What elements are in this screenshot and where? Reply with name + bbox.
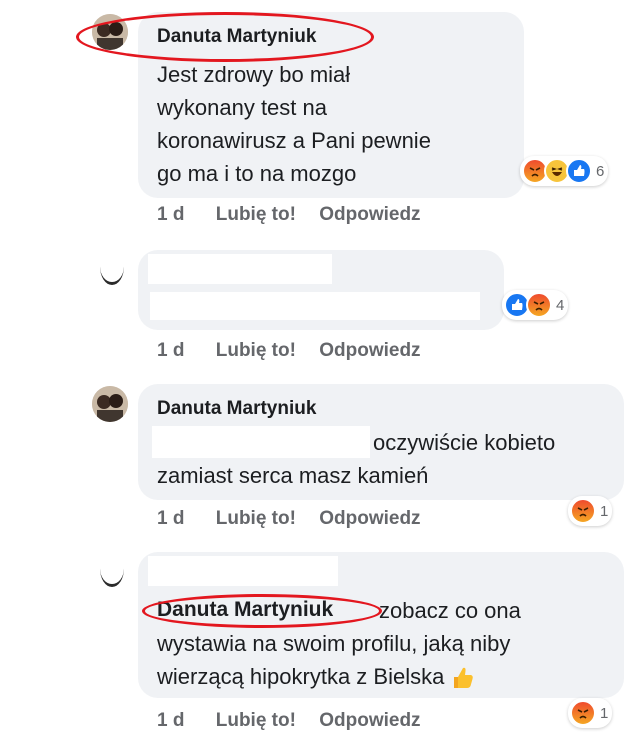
comment-line: zobacz co ona: [379, 598, 521, 623]
comment-actions: 1 d Lubię to! Odpowiedz: [157, 508, 439, 530]
like-button[interactable]: Lubię to!: [216, 710, 296, 731]
comment-actions: 1 d Lubię to! Odpowiedz: [157, 340, 439, 362]
reaction-count: 1: [600, 502, 609, 520]
timestamp[interactable]: 1 d: [157, 710, 184, 731]
comment-line: wykonany test na: [157, 95, 327, 120]
comment-author[interactable]: Danuta Martyniuk: [157, 398, 316, 420]
comment-line: zamiast serca masz kamień: [157, 463, 429, 488]
like-button[interactable]: Lubię to!: [216, 340, 296, 361]
comment-line: go ma i to na mozgo: [157, 161, 357, 186]
comment-line: oczywiście kobieto: [373, 430, 556, 455]
avatar[interactable]: [100, 550, 124, 587]
angry-reaction-icon: [570, 700, 596, 726]
reaction-summary[interactable]: 4: [502, 290, 569, 320]
reaction-summary[interactable]: 6: [520, 156, 609, 186]
reaction-count: 6: [596, 162, 605, 180]
comment-line: wystawia na swoim profilu, jaką niby: [157, 631, 511, 656]
reply-button[interactable]: Odpowiedz: [319, 204, 420, 225]
angry-reaction-icon: [526, 292, 552, 318]
comment-text: oczywiście kobieto zamiast serca masz ka…: [157, 426, 555, 492]
comment-line: koronawirusz a Pani pewnie: [157, 128, 431, 153]
timestamp[interactable]: 1 d: [157, 508, 184, 529]
reaction-count: 4: [556, 296, 565, 314]
comment-line: Jest zdrowy bo miał: [157, 62, 351, 87]
like-button[interactable]: Lubię to!: [216, 204, 296, 225]
timestamp[interactable]: 1 d: [157, 340, 184, 361]
comment-text: Jest zdrowy bo miał wykonany test na kor…: [157, 58, 431, 190]
reply-button[interactable]: Odpowiedz: [319, 508, 420, 529]
timestamp[interactable]: 1 d: [157, 204, 184, 225]
redaction-block: [148, 254, 332, 284]
reaction-summary[interactable]: 1: [568, 496, 613, 526]
comment-line-wrap: wierzącą hipokrytka z Bielska: [157, 660, 521, 696]
angry-reaction-icon: [570, 498, 596, 524]
comment-text: zobacz co ona wystawia na swoim profilu,…: [157, 594, 521, 696]
comment-actions: 1 d Lubię to! Odpowiedz: [157, 204, 439, 226]
avatar[interactable]: [92, 386, 128, 422]
comment-actions: 1 d Lubię to! Odpowiedz: [157, 710, 439, 732]
redaction-block: [148, 556, 338, 586]
comment-line: wierzącą hipokrytka z Bielska: [157, 664, 445, 689]
redaction-block: [150, 292, 480, 320]
reply-button[interactable]: Odpowiedz: [319, 340, 420, 361]
reaction-summary[interactable]: 1: [568, 698, 613, 728]
thumbs-up-emoji-icon: [450, 663, 476, 696]
highlight-ellipse: [76, 12, 374, 62]
reaction-count: 1: [600, 704, 609, 722]
reply-button[interactable]: Odpowiedz: [319, 710, 420, 731]
like-button[interactable]: Lubię to!: [216, 508, 296, 529]
like-reaction-icon: [566, 158, 592, 184]
avatar[interactable]: [100, 248, 124, 285]
